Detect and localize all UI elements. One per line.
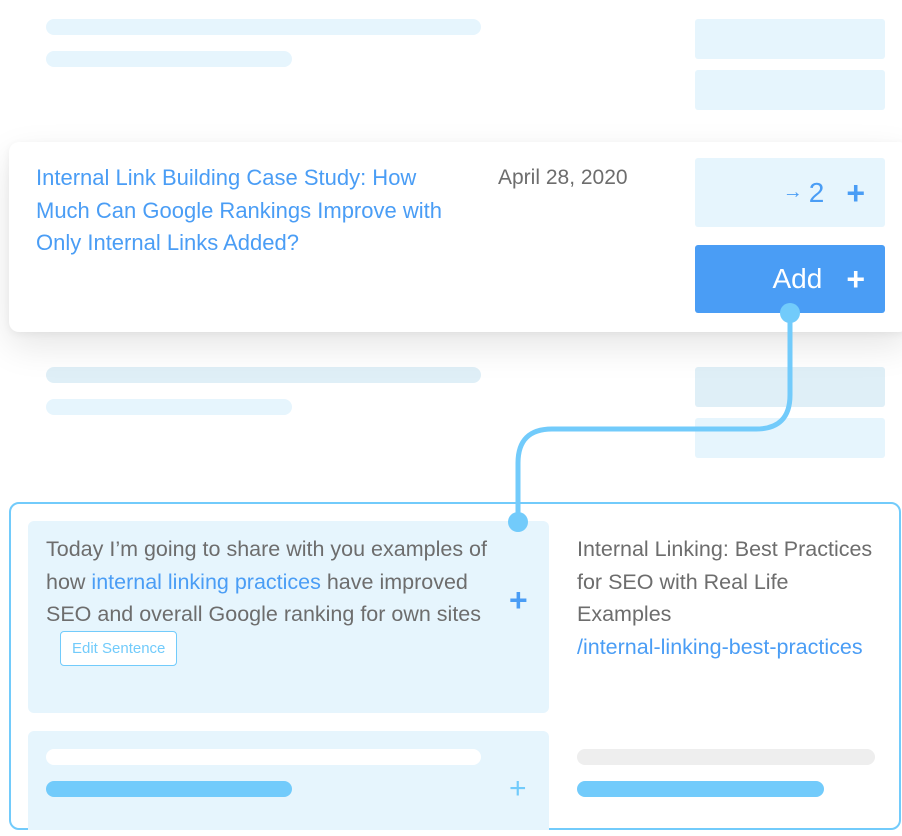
placeholder-sentence-line-1 (46, 749, 481, 765)
placeholder-count-box (695, 367, 885, 407)
placeholder-title-line-2 (46, 399, 292, 415)
suggested-sentence: Today I’m going to share with you exampl… (46, 533, 516, 666)
inbound-link-count-box[interactable]: → 2 + (695, 158, 885, 227)
link-count: → 2 (783, 177, 825, 209)
arrow-right-icon: → (782, 181, 803, 203)
plus-icon[interactable]: + (509, 774, 527, 804)
add-link-button[interactable]: Add + (695, 245, 885, 313)
placeholder-title-line-2 (46, 51, 292, 67)
placeholder-add-box (695, 418, 885, 458)
plus-icon[interactable]: + (509, 584, 528, 616)
edit-sentence-button[interactable]: Edit Sentence (60, 630, 178, 666)
target-post-url[interactable]: /internal-linking-best-practices (577, 631, 887, 664)
placeholder-target-url (577, 781, 824, 797)
placeholder-target-title (577, 749, 875, 765)
placeholder-title-line-1 (46, 367, 481, 383)
target-post: Internal Linking: Best Practices for SEO… (577, 533, 887, 663)
placeholder-title-line-1 (46, 19, 481, 35)
link-count-value: 2 (808, 176, 825, 208)
post-date: April 28, 2020 (498, 166, 628, 189)
target-post-title: Internal Linking: Best Practices for SEO… (577, 537, 873, 626)
post-title-link[interactable]: Internal Link Building Case Study: How M… (36, 162, 476, 260)
anchor-text-link[interactable]: internal linking practices (91, 570, 320, 594)
placeholder-sentence-line-2 (46, 781, 292, 797)
placeholder-add-box (695, 70, 885, 110)
add-button-label: Add (772, 263, 823, 294)
placeholder-count-box (695, 19, 885, 59)
plus-icon: + (846, 261, 865, 297)
plus-icon[interactable]: + (846, 177, 865, 209)
